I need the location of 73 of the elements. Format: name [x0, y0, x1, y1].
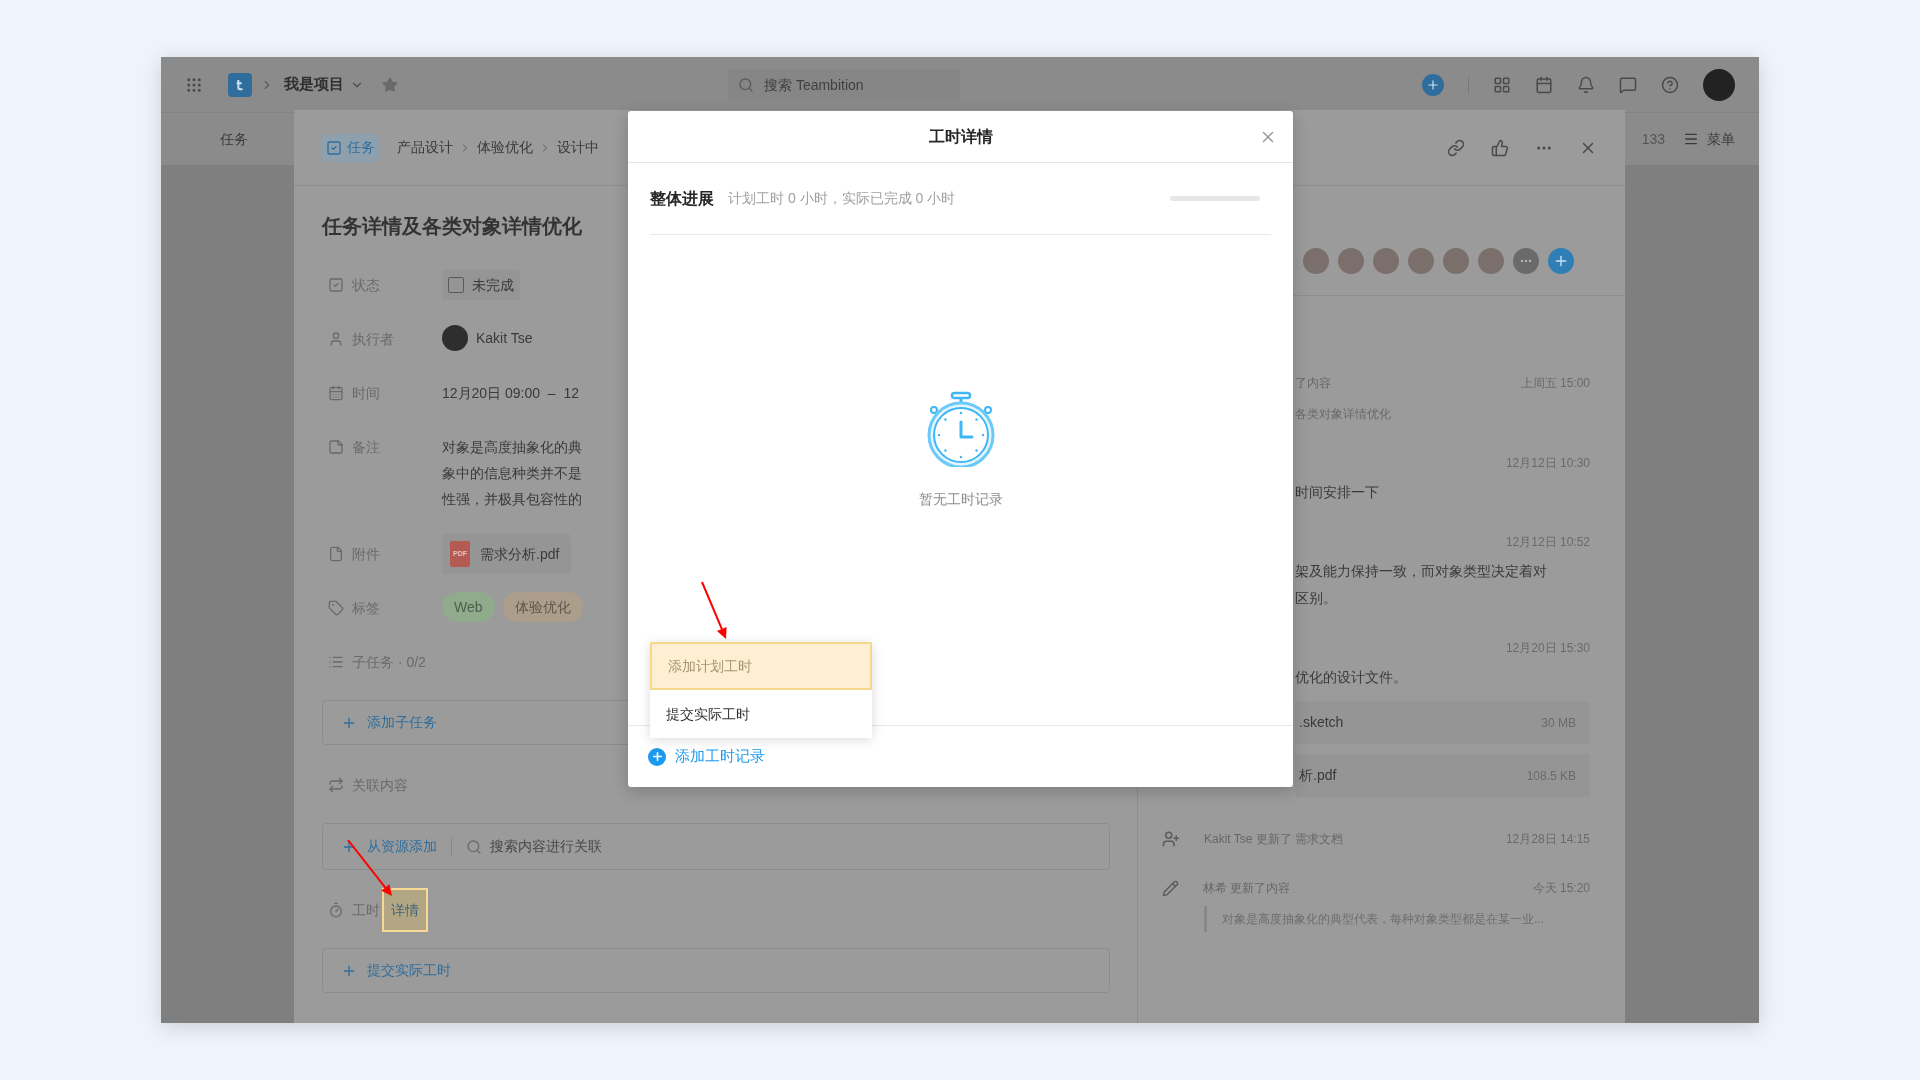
project-switcher[interactable]: 我是项目 [284, 73, 364, 96]
member-avatar [1338, 248, 1364, 274]
tag-icon [328, 600, 344, 616]
user-add-icon [1162, 830, 1180, 848]
note-text: 对象是高度抽象化的典 [442, 438, 582, 457]
details-link[interactable]: 详情 [382, 888, 428, 932]
note-text: 性强，并极具包容性的 [442, 490, 582, 509]
status-toggle[interactable]: 未完成 [442, 270, 520, 300]
bell-icon[interactable] [1577, 75, 1595, 94]
assignee-name: Kakit Tse [476, 328, 533, 348]
dialog-title: 工时详情 [928, 126, 993, 147]
calendar-icon[interactable] [1535, 75, 1553, 94]
progress-summary: 计划工时 0 小时，实际已完成 0 小时 [728, 189, 956, 208]
timer-icon [328, 902, 344, 918]
comment-text: 时间安排一下 [1295, 483, 1380, 502]
member-avatar [1408, 248, 1434, 274]
person-icon [328, 331, 344, 347]
nav-tab[interactable]: 任务 [220, 128, 248, 150]
file-name: .sketch [1299, 713, 1344, 732]
note-text: 象中的信息种类并不是 [442, 464, 582, 483]
add-from-resources-button[interactable]: 从资源添加 [341, 836, 437, 857]
breadcrumb-link[interactable]: 产品设计 [397, 137, 453, 158]
empty-state-text: 暂无工时记录 [918, 490, 1003, 509]
calendar-icon [328, 385, 344, 401]
tag[interactable]: Web [442, 592, 495, 622]
note-icon [328, 439, 344, 455]
checkbox-icon [328, 277, 344, 293]
checkbox[interactable] [448, 277, 464, 293]
tag[interactable]: 体验优化 [502, 592, 583, 622]
add-member-icon[interactable] [1548, 248, 1574, 274]
search-icon [738, 76, 754, 93]
date-range[interactable]: 12月20日 09:00 – 12 [442, 382, 579, 404]
checkbox-icon [326, 139, 342, 156]
add-icon[interactable] [1422, 73, 1444, 96]
member-avatar [1373, 248, 1399, 274]
menu-button[interactable]: 菜单 [1683, 128, 1735, 150]
breadcrumb-link[interactable]: 体验优化 [477, 137, 533, 158]
app-logo[interactable] [228, 72, 252, 97]
thumbs-up-icon[interactable] [1491, 138, 1509, 157]
file-name: 析.pdf [1299, 766, 1337, 785]
grid-icon[interactable] [1493, 75, 1511, 94]
search-field[interactable]: 搜索 Teambition [728, 68, 960, 101]
member-avatar [1303, 248, 1329, 274]
apps-grid-icon[interactable] [185, 75, 203, 94]
menu-item[interactable]: 提交实际工时 [650, 690, 872, 738]
task-type-badge: 任务 [322, 133, 379, 162]
status-text: 未完成 [472, 275, 514, 295]
menu-icon [1683, 131, 1699, 147]
member-avatar [1443, 248, 1469, 274]
comment-text: 架及能力保持一致，而对象类型决定着对 [1295, 562, 1548, 581]
annotation-arrow [701, 581, 727, 639]
list-icon [328, 654, 344, 670]
file-icon [328, 546, 344, 562]
user-avatar[interactable] [1703, 68, 1735, 101]
link-icon [328, 777, 344, 793]
task-title: 任务详情及各类对象详情优化 [322, 214, 582, 239]
search-icon [466, 838, 482, 855]
member-avatar [1478, 248, 1504, 274]
help-icon[interactable] [1661, 75, 1679, 94]
breadcrumb-link[interactable]: 设计中 [557, 137, 599, 158]
menu-item[interactable]: 添加计划工时 [650, 642, 872, 690]
comment-text: 优化的设计文件。 [1295, 668, 1408, 687]
link-icon[interactable] [1447, 138, 1465, 157]
star-icon[interactable] [382, 76, 398, 93]
related-search-input[interactable]: 搜索内容进行关联 [490, 836, 790, 857]
comment-text: 区别。 [1295, 589, 1338, 608]
chat-icon[interactable] [1619, 75, 1637, 94]
add-hours-record-button[interactable]: 添加工时记录 [648, 745, 765, 768]
progress-label: 整体进展 [650, 188, 714, 209]
avatar [442, 325, 468, 351]
pencil-icon [1162, 879, 1179, 897]
more-members-icon[interactable] [1513, 248, 1539, 274]
submit-hours-button[interactable]: 提交实际工时 [322, 948, 1110, 993]
